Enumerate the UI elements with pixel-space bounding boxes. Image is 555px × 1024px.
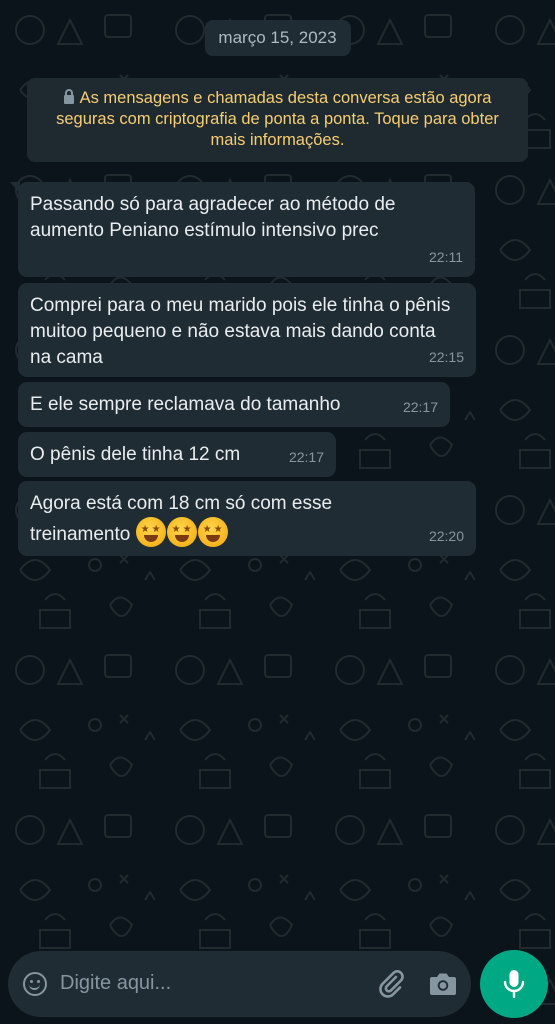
message-time: 22:17 [402,399,438,415]
message-time: 22:11 [429,249,463,265]
encryption-notice[interactable]: As mensagens e chamadas desta conversa e… [27,78,528,162]
message-bubble[interactable]: E ele sempre reclamava do tamanho 22:17 [18,382,450,427]
camera-icon[interactable] [429,971,457,997]
emoji-icon[interactable] [23,972,47,996]
message-text: Agora está com 18 cm só com esse treinam… [30,491,400,548]
message-input[interactable]: Digite aqui... [60,972,171,995]
message-time: 22:20 [428,528,464,544]
star-struck-emoji: ★ ★ [135,517,166,547]
microphone-button[interactable] [480,950,548,1018]
lock-icon [63,89,74,104]
message-bubble[interactable]: Passando só para agradecer ao método de … [10,182,475,277]
message-bubble[interactable]: Agora está com 18 cm só com esse treinam… [18,481,476,556]
star-struck-emoji: ★ ★ [166,517,197,547]
paperclip-icon[interactable] [376,968,406,998]
message-text: Passando só para agradecer ao método de … [30,194,396,241]
message-bubble[interactable]: Comprei para o meu marido pois ele tinha… [18,283,476,377]
message-time: 22:15 [428,349,464,365]
encryption-notice-text: As mensagens e chamadas desta conversa e… [56,89,499,149]
star-struck-emoji: ★ ★ [197,517,228,547]
message-text: E ele sempre reclamava do tamanho [30,394,341,415]
chat-screen: março 15, 2023 As mensagens e chamadas d… [0,0,555,1024]
message-text: O pênis dele tinha 12 cm [30,444,241,465]
message-time: 22:17 [288,449,324,465]
message-bubble[interactable]: O pênis dele tinha 12 cm 22:17 [18,432,336,477]
message-composer[interactable]: Digite aqui... [8,951,471,1017]
date-separator: março 15, 2023 [204,20,351,56]
message-text: Comprei para o meu marido pois ele tinha… [30,295,451,368]
microphone-icon [503,970,525,999]
